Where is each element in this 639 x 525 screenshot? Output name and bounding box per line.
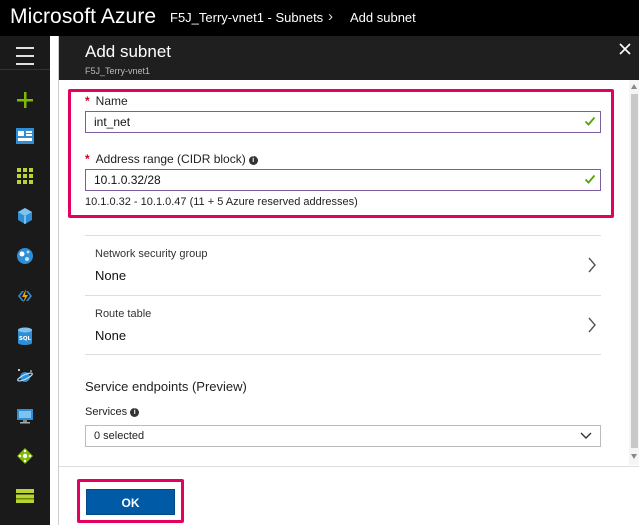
chevron-right-icon xyxy=(588,317,596,333)
azure-brand[interactable]: Microsoft Azure xyxy=(10,5,156,29)
chevron-right-icon xyxy=(588,257,596,273)
breadcrumb-separator-icon: › xyxy=(328,8,333,25)
nsg-value: None xyxy=(95,268,127,283)
blade-content: * Name int_net * Address range (CIDR block… xyxy=(59,80,627,465)
virtual-machines-monitor-icon[interactable] xyxy=(0,396,50,436)
svg-text:SQL: SQL xyxy=(19,336,32,342)
info-icon[interactable]: i xyxy=(130,408,140,417)
address-range-hint: 10.1.0.32 - 10.1.0.47 (11 + 5 Azure rese… xyxy=(85,196,358,208)
scroll-up-arrow-icon[interactable] xyxy=(631,84,637,89)
scroll-thumb[interactable] xyxy=(631,94,638,448)
address-range-label-text: Address range (CIDR block) xyxy=(95,152,246,166)
breadcrumb-subnets[interactable]: F5J_Terry-vnet1 - Subnets xyxy=(170,10,323,25)
scroll-down-arrow-icon[interactable] xyxy=(631,454,637,459)
blade-footer: OK xyxy=(59,466,639,525)
blade-header: Add subnet F5J_Terry-vnet1 xyxy=(59,36,639,80)
name-input-value: int_net xyxy=(94,115,131,129)
create-resource-plus-icon[interactable] xyxy=(0,80,50,120)
hamburger-menu-icon[interactable] xyxy=(0,36,50,76)
address-range-input[interactable]: 10.1.0.32/28 xyxy=(85,169,601,191)
resource-groups-cube-icon[interactable] xyxy=(0,196,50,236)
address-range-label: * Address range (CIDR block) i xyxy=(85,152,258,166)
left-nav: SQL xyxy=(0,36,50,525)
name-label: * Name xyxy=(85,94,128,108)
services-select[interactable]: 0 selected xyxy=(85,425,601,447)
dashboard-icon[interactable] xyxy=(0,116,50,156)
close-icon[interactable] xyxy=(618,42,632,56)
services-selected-value: 0 selected xyxy=(94,430,145,442)
required-marker: * xyxy=(85,152,90,166)
service-endpoints-title: Service endpoints (Preview) xyxy=(85,379,247,394)
services-label: Services i xyxy=(85,406,140,418)
blade-subtitle: F5J_Terry-vnet1 xyxy=(85,66,151,76)
route-table-row[interactable]: Route table None xyxy=(85,295,601,355)
function-apps-lightning-icon[interactable] xyxy=(0,276,50,316)
route-table-title: Route table xyxy=(95,308,152,320)
add-subnet-blade: Add subnet F5J_Terry-vnet1 * Name int_net… xyxy=(58,36,639,525)
blade-title: Add subnet xyxy=(85,42,172,61)
valid-check-icon xyxy=(584,116,596,126)
load-balancers-icon[interactable] xyxy=(0,436,50,476)
services-label-text: Services xyxy=(85,406,128,418)
top-bar: Microsoft Azure F5J_Terry-vnet1 - Subnet… xyxy=(0,0,639,36)
name-label-text: Name xyxy=(95,94,128,108)
breadcrumb-add-subnet[interactable]: Add subnet xyxy=(350,10,416,25)
valid-check-icon xyxy=(584,174,596,184)
address-range-input-value: 10.1.0.32/28 xyxy=(94,173,161,187)
info-icon[interactable]: i xyxy=(248,156,258,165)
nav-divider xyxy=(0,69,50,70)
network-security-group-row[interactable]: Network security group None xyxy=(85,235,601,295)
name-input[interactable]: int_net xyxy=(85,111,601,133)
chevron-down-icon xyxy=(580,432,592,439)
storage-accounts-icon[interactable] xyxy=(0,476,50,516)
vertical-scrollbar[interactable] xyxy=(629,80,639,465)
sql-databases-icon[interactable]: SQL xyxy=(0,316,50,356)
app-services-globe-icon[interactable] xyxy=(0,236,50,276)
cosmos-db-planet-icon[interactable] xyxy=(0,356,50,396)
ok-button[interactable]: OK xyxy=(86,489,175,515)
route-table-value: None xyxy=(95,328,127,343)
nsg-title: Network security group xyxy=(95,248,208,260)
required-marker: * xyxy=(85,94,90,108)
all-resources-grid-icon[interactable] xyxy=(0,156,50,196)
